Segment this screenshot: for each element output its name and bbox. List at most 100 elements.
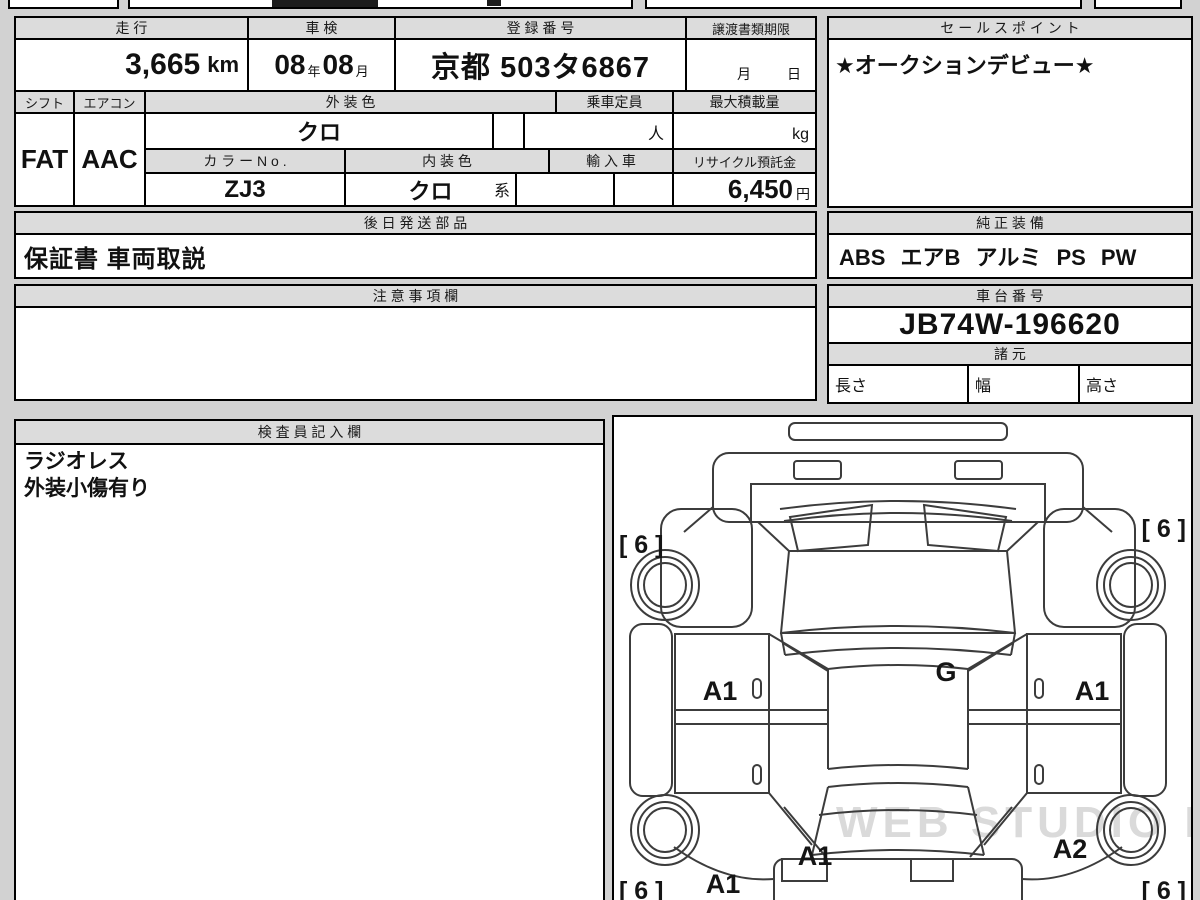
inspector-line-2: 外装小傷有り [24,476,150,500]
aircon-value-cell: AAC [73,112,146,207]
headlight-right [954,460,1003,480]
capacity-header: 乗車定員 [555,90,674,114]
deadline-month-label: 月 [737,66,751,82]
later-shipping-header: 後 日 発 送 部 品 [14,211,817,235]
month-suffix: 月 [355,63,369,79]
doors-left [674,633,770,794]
height-cell: 高さ [1078,364,1193,404]
side-step-right [1123,623,1167,797]
cropped-row-fragment [8,0,119,9]
cowl-arc-2 [783,512,1013,522]
cowl-arc-1 [779,500,1017,510]
max-load-value-cell: kg [672,112,817,150]
sales-point-header-label: セ ー ル ス ポ イ ン ト [940,20,1080,36]
inspector-header-label: 検 査 員 記 入 欄 [257,424,362,440]
bumper-corner-right [1082,506,1113,533]
mileage-unit: km [207,52,239,77]
width-cell: 幅 [967,364,1080,404]
windshield-top [780,625,1016,634]
front-strip [788,422,1008,441]
equipment-header: 純 正 装 備 [827,211,1193,235]
inspection-header: 車 検 [247,16,396,40]
import-header: 輸 入 車 [548,148,674,174]
interior-color-value-cell: クロ 系 [344,172,517,207]
recycle-deposit-value-cell: 6,450 円 [672,172,817,207]
aircon-header: エアコン [73,90,146,114]
gate-bottom [811,849,985,856]
doors-right [1026,633,1122,794]
door-gap-right [968,709,1121,725]
tire-grade-rear-right: [ 6 ] [1142,877,1186,900]
sales-point-value: ★オークションデビュー★ [835,53,1095,78]
shift-value-cell: FAT [14,112,75,207]
headlight-left [793,460,842,480]
damage-mark-door-right: A1 [1075,676,1110,706]
exterior-color-extra-cell [492,112,525,150]
wiper-left [788,503,874,553]
rear-bumper-notch-right [910,858,954,882]
tire-grade-rear-left: [ 6 ] [619,877,663,900]
max-load-header-label: 最大積載量 [709,94,780,110]
front-bumper [712,452,1084,523]
wheel-front-right [1096,549,1166,621]
equipment-body: ABS エアB アルミ PS PW [827,233,1193,279]
cropped-row-fragment [1094,0,1182,9]
rear-window-bottom [827,782,969,788]
inspection-header-label: 車 検 [305,20,338,36]
cropped-row-fragment [128,0,633,9]
watermark: WEB STUDIO PRO [836,798,1191,847]
later-shipping-header-label: 後 日 発 送 部 品 [363,215,468,231]
damage-mark-door-left: A1 [703,676,738,706]
inspector-header: 検 査 員 記 入 欄 [14,419,605,445]
auction-sheet: 走 行 車 検 登 録 番 号 譲渡書類期限 3,665 km 08 年 08 … [0,0,1200,900]
interior-color-header-label: 内 装 色 [422,153,472,169]
inspector-body: ラジオレス 外装小傷有り [14,443,605,900]
tire-grade-front-right: [ 6 ] [1142,515,1186,543]
color-no-value: ZJ3 [224,175,266,203]
exterior-color-value: クロ [296,120,341,145]
wiper-right [922,503,1008,553]
recycle-deposit-value: 6,450 [727,174,793,204]
hood-side-left [757,521,790,552]
mileage-value: 3,665 [125,48,201,81]
inspector-line-1: ラジオレス [24,450,129,473]
recycle-deposit-header-label: リサイクル預託金 [692,154,797,170]
door-gap-left [675,709,828,725]
shift-header-label: シフト [24,95,64,111]
chassis-value-cell: JB74W-196620 [827,306,1193,344]
interior-color-suffix: 系 [493,183,510,200]
chassis-header-label: 車 台 番 号 [976,288,1044,304]
tire-grade-front-left: [ 6 ] [619,531,663,559]
registration-header-label: 登 録 番 号 [506,20,575,36]
later-shipping-value: 保証書 車両取説 [24,245,207,273]
hood-side-right [1006,521,1039,552]
damage-mark-rear-center: A1 [798,841,833,871]
dimensions-header: 諸 元 [827,342,1193,366]
fender-front-left [660,508,753,628]
color-no-value-cell: ZJ3 [144,172,346,207]
side-step-left [629,623,673,797]
shift-value: FAT [20,144,69,174]
wheel-rear-left [630,794,700,866]
color-no-header-label: カ ラ ー N o . [203,153,287,169]
bumper-corner-left [683,506,714,533]
inspection-year: 08 [274,49,306,80]
transfer-deadline-header: 譲渡書類期限 [685,16,817,40]
inspection-value-cell: 08 年 08 月 [247,38,396,92]
door-handle-rear-left [752,764,762,785]
inspection-month: 08 [322,49,354,80]
interior-color-header: 内 装 色 [344,148,550,174]
registration-value-cell: 京都 503タ6867 [394,38,687,92]
notes-header-label: 注 意 事 項 欄 [372,288,459,304]
aircon-value: AAC [81,144,138,174]
interior-color-value: クロ [408,178,453,204]
chassis-header: 車 台 番 号 [827,284,1193,308]
max-load-header: 最大積載量 [672,90,817,114]
notes-header: 注 意 事 項 欄 [14,284,817,308]
mileage-header: 走 行 [14,16,249,40]
transfer-deadline-header-label: 譲渡書類期限 [711,21,790,37]
door-handle-front-right [1034,678,1044,699]
exterior-color-header: 外 装 色 [144,90,557,114]
import-header-label: 輸 入 車 [586,153,636,169]
registration-plate: 京都 503タ6867 [431,52,650,84]
